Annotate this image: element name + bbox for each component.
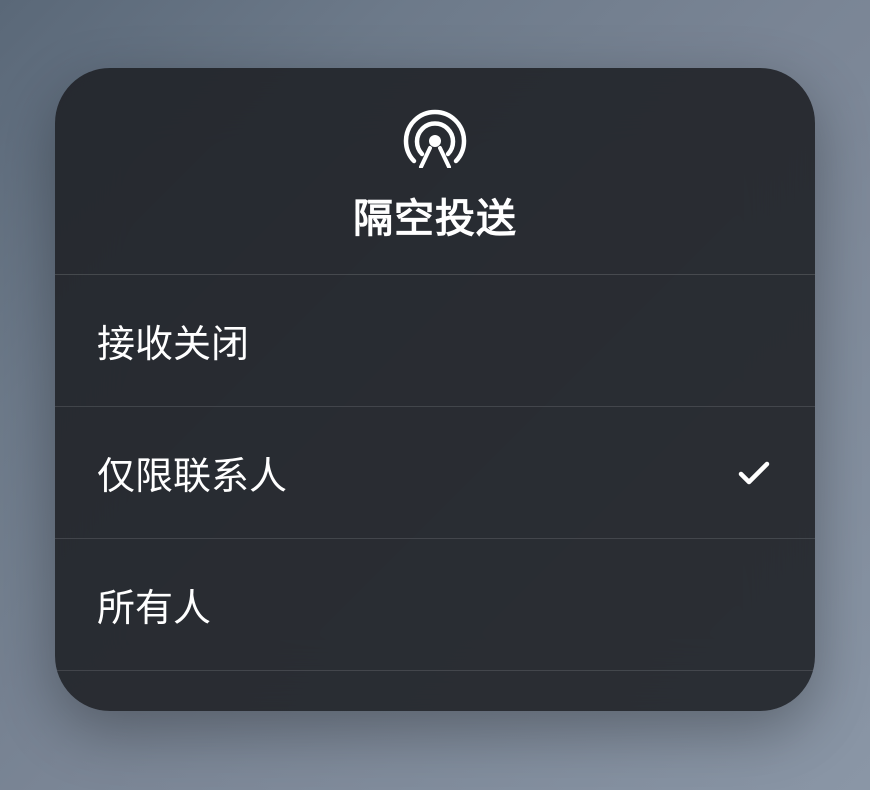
option-everyone[interactable]: 所有人 [55,539,815,671]
panel-bottom-spacer [55,671,815,711]
option-label: 仅限联系人 [97,445,287,500]
option-label: 所有人 [97,577,211,632]
panel-header: 隔空投送 [55,68,815,275]
option-receiving-off[interactable]: 接收关闭 [55,275,815,407]
options-list: 接收关闭 仅限联系人 所有人 [55,275,815,671]
panel-title: 隔空投送 [353,186,517,244]
airdrop-icon [396,108,474,168]
option-label: 接收关闭 [97,313,249,368]
checkmark-icon [735,454,773,492]
option-contacts-only[interactable]: 仅限联系人 [55,407,815,539]
airdrop-settings-panel: 隔空投送 接收关闭 仅限联系人 所有人 [55,68,815,711]
